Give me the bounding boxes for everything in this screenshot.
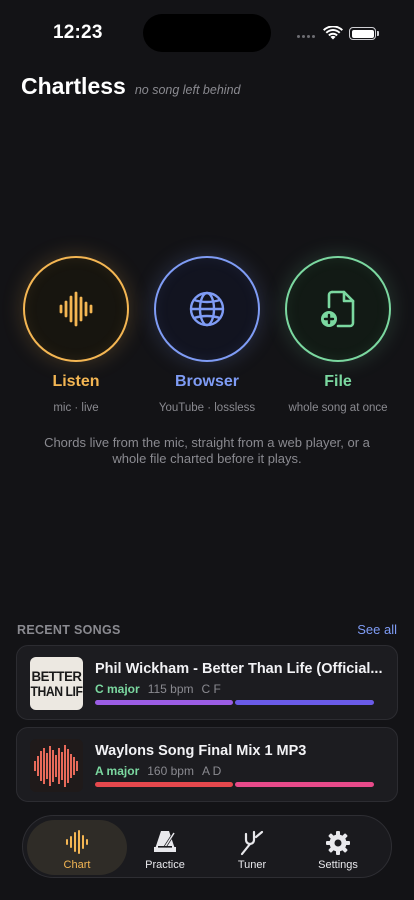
file-mode-label: File [324,373,352,390]
wifi-icon [323,26,343,40]
song-title: Waylons Song Final Mix 1 MP3 [95,743,307,759]
metronome-icon [154,831,176,852]
song-meta: C major 115 bpm C F [95,682,221,696]
song-thumbnail: BETTER THAN LIF [30,657,83,710]
battery-tip [377,31,379,36]
listen-mode-button[interactable]: Listen mic · live [6,256,146,414]
recent-songs-title: RECENT SONGS [17,622,121,637]
status-time: 12:23 [53,22,103,43]
song-meta: A major 160 bpm A D [95,764,221,778]
waveform-icon [66,830,88,854]
tab-settings-label: Settings [318,859,358,871]
song-chords: A D [201,764,222,778]
recent-songs-header: RECENT SONGS See all [17,622,397,637]
globe-icon [189,291,225,327]
gear-icon [326,831,350,855]
tab-tuner-label: Tuner [237,859,267,871]
app-tagline: no song left behind [134,83,241,97]
svg-text:THAN LIF: THAN LIF [31,684,83,699]
mode-description: Chords live from the mic, straight from … [44,435,370,466]
chord-segment [235,782,374,787]
tab-chart[interactable]: Chart [27,820,127,875]
chord-timeline [95,700,374,705]
status-bar: 12:23 [0,0,414,60]
song-chords: C F [201,682,221,696]
file-mode-button[interactable]: File whole song at once [268,256,408,414]
chord-segment [235,700,374,705]
album-art-waveform [30,739,83,792]
app-title: Chartless [21,73,126,99]
song-card[interactable]: Waylons Song Final Mix 1 MP3 A major 160… [16,727,398,802]
tab-practice-label: Practice [145,859,185,871]
tuning-fork-icon [240,830,264,856]
listen-mode-circle[interactable] [23,256,129,362]
browser-mode-button[interactable]: Browser YouTube · lossless [137,256,277,414]
browser-mode-circle[interactable] [154,256,260,362]
song-thumbnail [30,739,83,792]
song-key: A major [95,764,140,778]
album-art-better-than-life: BETTER THAN LIF [30,657,83,710]
listen-mode-label: Listen [52,373,100,390]
see-all-link[interactable]: See all [357,622,397,637]
browser-mode-subtitle: YouTube · lossless [158,402,256,414]
song-card[interactable]: BETTER THAN LIF Phil Wickham - Better Th… [16,645,398,720]
waveform-icon [59,291,93,327]
svg-text:BETTER: BETTER [32,669,83,684]
file-mode-subtitle: whole song at once [288,402,388,414]
tab-bar: Chart Practice Tuner Settings [22,815,392,878]
song-bpm: 115 bpm [147,682,194,696]
cellular-signal-icon [297,35,315,38]
listen-mode-subtitle: mic · live [53,402,99,414]
file-mode-circle[interactable] [285,256,391,362]
tab-chart-label: Chart [63,859,91,871]
tab-tuner[interactable]: Tuner [202,820,302,875]
dynamic-island [143,14,271,52]
app-header: Chartless no song left behind [21,73,240,100]
tab-settings[interactable]: Settings [288,820,388,875]
file-add-icon [321,290,355,328]
chord-segment [95,782,233,787]
chord-timeline [95,782,374,787]
song-bpm: 160 bpm [147,764,194,778]
chord-segment [95,700,233,705]
browser-mode-label: Browser [174,373,240,390]
song-key: C major [95,682,140,696]
mode-selector: Listen mic · live Browser YouTube · loss… [0,256,414,426]
tab-practice[interactable]: Practice [115,820,215,875]
battery-icon [349,27,376,40]
song-title: Phil Wickham - Better Than Life (Officia… [95,661,383,677]
